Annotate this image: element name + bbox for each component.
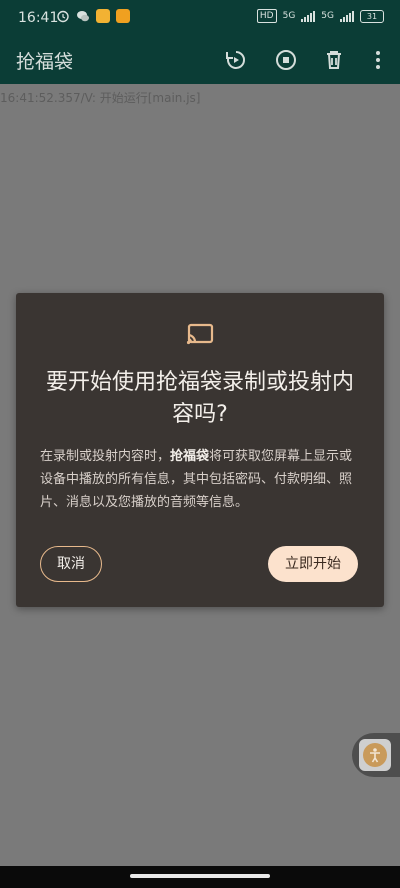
battery-icon: 31 bbox=[360, 9, 384, 23]
app-notification-icon-2 bbox=[116, 9, 130, 23]
hd-badge: HD bbox=[256, 9, 277, 23]
stop-icon[interactable] bbox=[274, 48, 298, 72]
cancel-button[interactable]: 取消 bbox=[40, 546, 102, 582]
start-now-button[interactable]: 立即开始 bbox=[268, 546, 358, 582]
status-left-icons bbox=[56, 9, 130, 23]
cast-icon bbox=[186, 323, 214, 345]
delete-icon[interactable] bbox=[322, 48, 346, 72]
dialog-title: 要开始使用抢福袋录制或投射内容吗? bbox=[45, 370, 354, 427]
wechat-icon bbox=[77, 11, 89, 22]
more-vert-icon[interactable] bbox=[366, 48, 390, 72]
app-title: 抢福袋 bbox=[16, 51, 74, 73]
alarm-icon bbox=[57, 10, 69, 23]
app-toolbar: 抢福袋 bbox=[0, 36, 400, 84]
status-bar: 16:41 HD 5G 5G 31 bbox=[0, 0, 400, 36]
network-type-1: 5G bbox=[282, 11, 296, 21]
floating-button-frame bbox=[359, 739, 391, 771]
status-time: 16:41 bbox=[18, 10, 59, 26]
screen-capture-dialog: 要开始使用抢福袋录制或投射内容吗? 在录制或投射内容时，抢福袋将可获取您屏幕上显… bbox=[16, 293, 384, 607]
home-indicator[interactable] bbox=[130, 874, 270, 878]
status-right-icons: HD 5G 5G 31 bbox=[256, 9, 384, 23]
dialog-body: 在录制或投射内容时，抢福袋将可获取您屏幕上显示或设备中播放的所有信息，其中包括密… bbox=[40, 445, 360, 514]
dialog-body-prefix: 在录制或投射内容时， bbox=[40, 449, 171, 464]
log-line: 16:41:52.357/V: 开始运行[main.js] bbox=[0, 91, 201, 105]
floating-assistant-button[interactable] bbox=[352, 733, 400, 777]
accessibility-icon bbox=[363, 743, 387, 767]
signal-icon bbox=[301, 10, 316, 22]
dialog-body-app-name: 抢福袋 bbox=[170, 449, 210, 464]
navigation-bar bbox=[0, 866, 400, 888]
signal-icon-2 bbox=[340, 10, 354, 22]
network-type-2: 5G bbox=[321, 11, 334, 21]
app-notification-icon bbox=[96, 9, 110, 23]
replay-icon[interactable] bbox=[224, 48, 248, 72]
